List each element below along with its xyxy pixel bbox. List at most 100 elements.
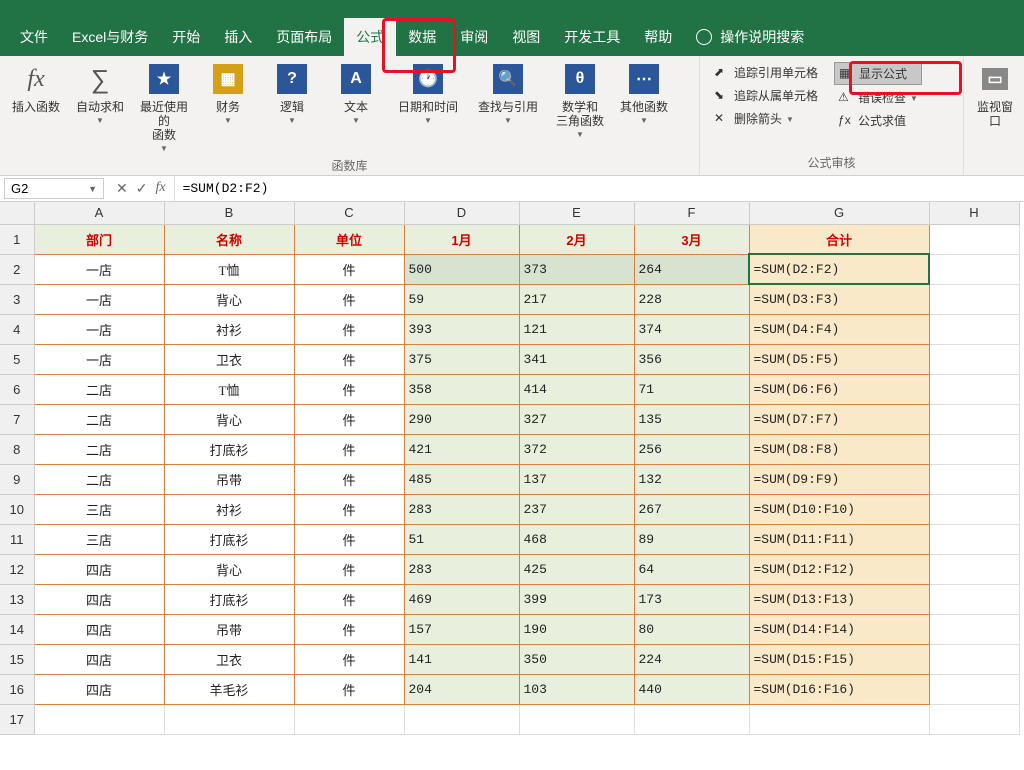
trace-dependents-button[interactable]: ⬊ 追踪从属单元格 [710, 85, 822, 106]
cell-H10[interactable] [929, 494, 1019, 524]
show-formulas-button[interactable]: ▦ 显示公式 [834, 62, 922, 85]
autosum-button[interactable]: ∑ 自动求和 ▼ [70, 60, 130, 127]
cell-B6[interactable]: T恤 [164, 374, 294, 404]
cell-C16[interactable]: 件 [294, 674, 404, 704]
cell-C9[interactable]: 件 [294, 464, 404, 494]
cell-E11[interactable]: 468 [519, 524, 634, 554]
cell-F3[interactable]: 228 [634, 284, 749, 314]
cell-D6[interactable]: 358 [404, 374, 519, 404]
row-header-7[interactable]: 7 [0, 404, 34, 434]
cell-E9[interactable]: 137 [519, 464, 634, 494]
cell-F16[interactable]: 440 [634, 674, 749, 704]
cell-G7[interactable]: =SUM(D7:F7) [749, 404, 929, 434]
row-header-2[interactable]: 2 [0, 254, 34, 284]
cell-F13[interactable]: 173 [634, 584, 749, 614]
cell-D12[interactable]: 283 [404, 554, 519, 584]
cell-C8[interactable]: 件 [294, 434, 404, 464]
cell-B16[interactable]: 羊毛衫 [164, 674, 294, 704]
tab-formula[interactable]: 公式 [344, 18, 396, 56]
col-header-B[interactable]: B [164, 202, 294, 224]
insert-function-button[interactable]: fx 插入函数 [6, 60, 66, 116]
cell-F17[interactable] [634, 704, 749, 734]
cell-H12[interactable] [929, 554, 1019, 584]
cell-E15[interactable]: 350 [519, 644, 634, 674]
lookup-button[interactable]: 🔍 查找与引用 ▼ [470, 60, 546, 127]
cell-B10[interactable]: 衬衫 [164, 494, 294, 524]
cell-C6[interactable]: 件 [294, 374, 404, 404]
row-header-6[interactable]: 6 [0, 374, 34, 404]
cell-G9[interactable]: =SUM(D9:F9) [749, 464, 929, 494]
row-header-4[interactable]: 4 [0, 314, 34, 344]
cell-C13[interactable]: 件 [294, 584, 404, 614]
cell-F1[interactable]: 3月 [634, 224, 749, 254]
cell-E7[interactable]: 327 [519, 404, 634, 434]
cell-D16[interactable]: 204 [404, 674, 519, 704]
cell-H1[interactable] [929, 224, 1019, 254]
cell-E13[interactable]: 399 [519, 584, 634, 614]
cell-F14[interactable]: 80 [634, 614, 749, 644]
row-header-17[interactable]: 17 [0, 704, 34, 734]
cell-F8[interactable]: 256 [634, 434, 749, 464]
cell-G5[interactable]: =SUM(D5:F5) [749, 344, 929, 374]
tab-data[interactable]: 数据 [396, 18, 448, 56]
cell-G10[interactable]: =SUM(D10:F10) [749, 494, 929, 524]
tab-excel-finance[interactable]: Excel与财务 [60, 18, 160, 56]
col-header-H[interactable]: H [929, 202, 1019, 224]
remove-arrows-button[interactable]: ✕ 删除箭头 ▼ [710, 108, 822, 129]
cell-G14[interactable]: =SUM(D14:F14) [749, 614, 929, 644]
cell-E2[interactable]: 373 [519, 254, 634, 284]
cell-D1[interactable]: 1月 [404, 224, 519, 254]
cell-C1[interactable]: 单位 [294, 224, 404, 254]
error-check-button[interactable]: ⚠ 错误检查 ▼ [834, 87, 922, 108]
cell-G2[interactable]: =SUM(D2:F2) [749, 254, 929, 284]
tell-me-search[interactable]: 操作说明搜索 [696, 27, 804, 47]
cell-B5[interactable]: 卫衣 [164, 344, 294, 374]
cell-D7[interactable]: 290 [404, 404, 519, 434]
cell-D2[interactable]: 500 [404, 254, 519, 284]
cell-F11[interactable]: 89 [634, 524, 749, 554]
cell-D3[interactable]: 59 [404, 284, 519, 314]
cell-F12[interactable]: 64 [634, 554, 749, 584]
cell-G6[interactable]: =SUM(D6:F6) [749, 374, 929, 404]
cell-B13[interactable]: 打底衫 [164, 584, 294, 614]
cell-D15[interactable]: 141 [404, 644, 519, 674]
row-header-14[interactable]: 14 [0, 614, 34, 644]
cell-H16[interactable] [929, 674, 1019, 704]
cell-A16[interactable]: 四店 [34, 674, 164, 704]
cell-A17[interactable] [34, 704, 164, 734]
tab-dev[interactable]: 开发工具 [552, 18, 632, 56]
cell-C3[interactable]: 件 [294, 284, 404, 314]
datetime-button[interactable]: 🕐 日期和时间 ▼ [390, 60, 466, 127]
cell-H13[interactable] [929, 584, 1019, 614]
logic-button[interactable]: ? 逻辑 ▼ [262, 60, 322, 127]
cell-C11[interactable]: 件 [294, 524, 404, 554]
cell-H7[interactable] [929, 404, 1019, 434]
cell-F7[interactable]: 135 [634, 404, 749, 434]
cell-G1[interactable]: 合计 [749, 224, 929, 254]
cell-A1[interactable]: 部门 [34, 224, 164, 254]
cell-E6[interactable]: 414 [519, 374, 634, 404]
row-header-9[interactable]: 9 [0, 464, 34, 494]
cell-H3[interactable] [929, 284, 1019, 314]
cell-G11[interactable]: =SUM(D11:F11) [749, 524, 929, 554]
fx-icon[interactable]: fx [155, 180, 165, 197]
formula-input[interactable]: =SUM(D2:F2) [174, 176, 1024, 201]
cell-B1[interactable]: 名称 [164, 224, 294, 254]
finance-button[interactable]: ▦ 财务 ▼ [198, 60, 258, 127]
row-header-1[interactable]: 1 [0, 224, 34, 254]
col-header-D[interactable]: D [404, 202, 519, 224]
cell-C5[interactable]: 件 [294, 344, 404, 374]
cell-E17[interactable] [519, 704, 634, 734]
cell-C2[interactable]: 件 [294, 254, 404, 284]
cell-F2[interactable]: 264 [634, 254, 749, 284]
col-header-C[interactable]: C [294, 202, 404, 224]
cell-G15[interactable]: =SUM(D15:F15) [749, 644, 929, 674]
recent-functions-button[interactable]: ★ 最近使用的 函数 ▼ [134, 60, 194, 155]
cell-G3[interactable]: =SUM(D3:F3) [749, 284, 929, 314]
other-functions-button[interactable]: ⋯ 其他函数 ▼ [614, 60, 674, 127]
cell-C17[interactable] [294, 704, 404, 734]
tab-layout[interactable]: 页面布局 [264, 18, 344, 56]
cell-D5[interactable]: 375 [404, 344, 519, 374]
cell-B7[interactable]: 背心 [164, 404, 294, 434]
cell-F10[interactable]: 267 [634, 494, 749, 524]
